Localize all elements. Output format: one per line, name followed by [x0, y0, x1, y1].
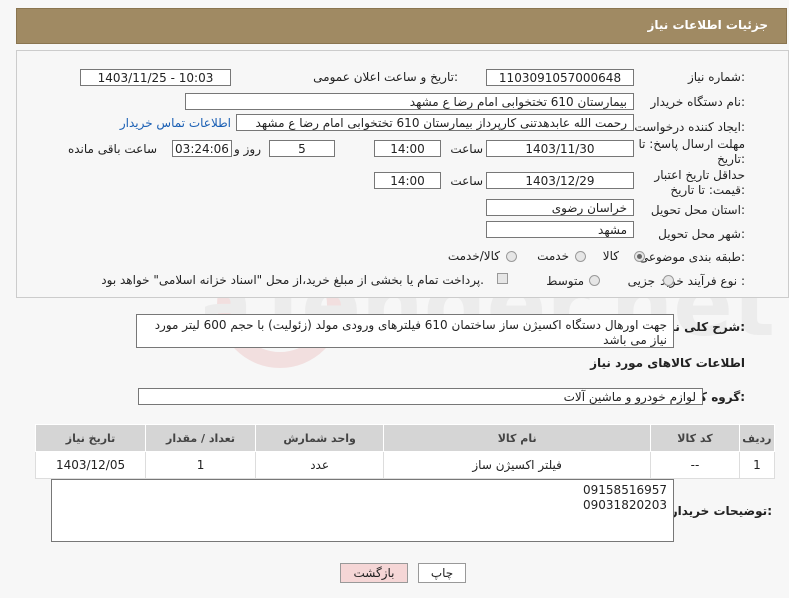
deadline-time-field[interactable]: 14:00 — [374, 140, 441, 157]
buyer-org-field[interactable]: بیمارستان 610 تختخوابی امام رضا ع مشهد — [185, 93, 634, 110]
category-radio-service[interactable] — [575, 251, 586, 262]
description-field[interactable]: جهت اورهال دستگاه اکسیژن ساز ساختمان 610… — [136, 314, 674, 348]
cell-quantity: 1 — [145, 451, 257, 479]
col-goods-name: نام کالا — [383, 424, 652, 452]
need-number-field[interactable]: 1103091057000648 — [486, 69, 634, 86]
col-goods-code: کد کالا — [650, 424, 740, 452]
buyer-notes-field[interactable]: 09158516957 09031820203 — [51, 479, 674, 542]
city-label: شهر محل تحویل: — [658, 227, 745, 241]
category-option-goods: کالا — [602, 249, 619, 263]
days-label: روز و — [234, 142, 261, 156]
buyer-notes-line: 09158516957 — [583, 483, 667, 497]
col-quantity: تعداد / مقدار — [145, 424, 257, 452]
deadline-label: مهلت ارسال پاسخ: تا تاریخ: — [638, 137, 745, 166]
category-radio-goods-service[interactable] — [506, 251, 517, 262]
category-radio-goods[interactable] — [634, 251, 645, 262]
validity-time-label: ساعت — [450, 174, 483, 188]
col-row-number: ردیف — [738, 424, 776, 452]
category-option-goods-service: کالا/خدمت — [447, 249, 500, 263]
cell-goods-name: فیلتر اکسیژن ساز — [383, 451, 652, 479]
payment-note: پرداخت تمام یا بخشی از مبلغ خرید،از محل … — [101, 273, 484, 287]
print-button[interactable]: چاپ — [418, 563, 466, 583]
process-radio-medium[interactable] — [589, 275, 600, 286]
province-field[interactable]: خراسان رضوی — [486, 199, 634, 216]
announce-field[interactable]: 1403/11/25 - 10:03 — [80, 69, 231, 86]
table-row[interactable]: 1 -- فیلتر اکسیژن ساز عدد 1 1403/12/05 — [34, 451, 776, 479]
buyer-notes-line: 09031820203 — [583, 498, 667, 512]
cell-goods-code: -- — [650, 451, 740, 479]
page-header: جزئیات اطلاعات نیاز — [16, 8, 787, 44]
goods-table: ردیف کد کالا نام کالا واحد شمارش تعداد /… — [34, 424, 776, 479]
goods-table-header: ردیف کد کالا نام کالا واحد شمارش تعداد /… — [34, 424, 776, 452]
process-radio-minor[interactable] — [663, 275, 674, 286]
buyer-notes-label: توضیحات خریدار: — [670, 504, 772, 518]
page-title: جزئیات اطلاعات نیاز — [647, 18, 768, 32]
need-number-label: شماره نیاز: — [687, 70, 745, 84]
col-need-date: تاریخ نیاز — [34, 424, 147, 452]
province-label: استان محل تحویل: — [650, 203, 745, 217]
announce-label: تاریخ و ساعت اعلان عمومی: — [313, 70, 458, 84]
validity-date-field[interactable]: 1403/12/29 — [486, 172, 634, 189]
deadline-date-field[interactable]: 1403/11/30 — [486, 140, 634, 157]
validity-label: حداقل تاریخ اعتبار قیمت: تا تاریخ: — [654, 168, 745, 197]
cell-unit: عدد — [255, 451, 385, 479]
process-option-minor: جزیی — [627, 274, 655, 288]
cell-row-number: 1 — [738, 451, 776, 479]
creator-label: ایجاد کننده درخواست: — [634, 120, 745, 134]
remaining-time-field[interactable]: 03:24:06 — [172, 140, 232, 157]
category-label: طبقه بندی موضوعی: — [638, 250, 745, 264]
process-option-medium: متوسط — [546, 274, 584, 288]
contact-info-link[interactable]: اطلاعات تماس خریدار — [120, 116, 231, 130]
validity-time-field[interactable]: 14:00 — [374, 172, 441, 189]
back-button[interactable]: بازگشت — [340, 563, 408, 583]
goods-section-title: اطلاعات کالاهای مورد نیاز — [590, 356, 745, 370]
category-option-service: خدمت — [537, 249, 569, 263]
treasury-payment-checkbox[interactable] — [497, 273, 508, 284]
cell-need-date: 1403/12/05 — [34, 451, 147, 479]
col-unit: واحد شمارش — [255, 424, 385, 452]
creator-field[interactable]: رحمت الله عابدهدتنی کارپرداز بیمارستان 6… — [236, 114, 634, 131]
remaining-label: ساعت باقی مانده — [67, 142, 157, 156]
deadline-time-label: ساعت — [450, 142, 483, 156]
days-field[interactable]: 5 — [269, 140, 335, 157]
goods-group-field[interactable]: لوازم خودرو و ماشین آلات — [138, 388, 703, 405]
city-field[interactable]: مشهد — [486, 221, 634, 238]
buyer-org-label: نام دستگاه خریدار: — [650, 95, 746, 109]
